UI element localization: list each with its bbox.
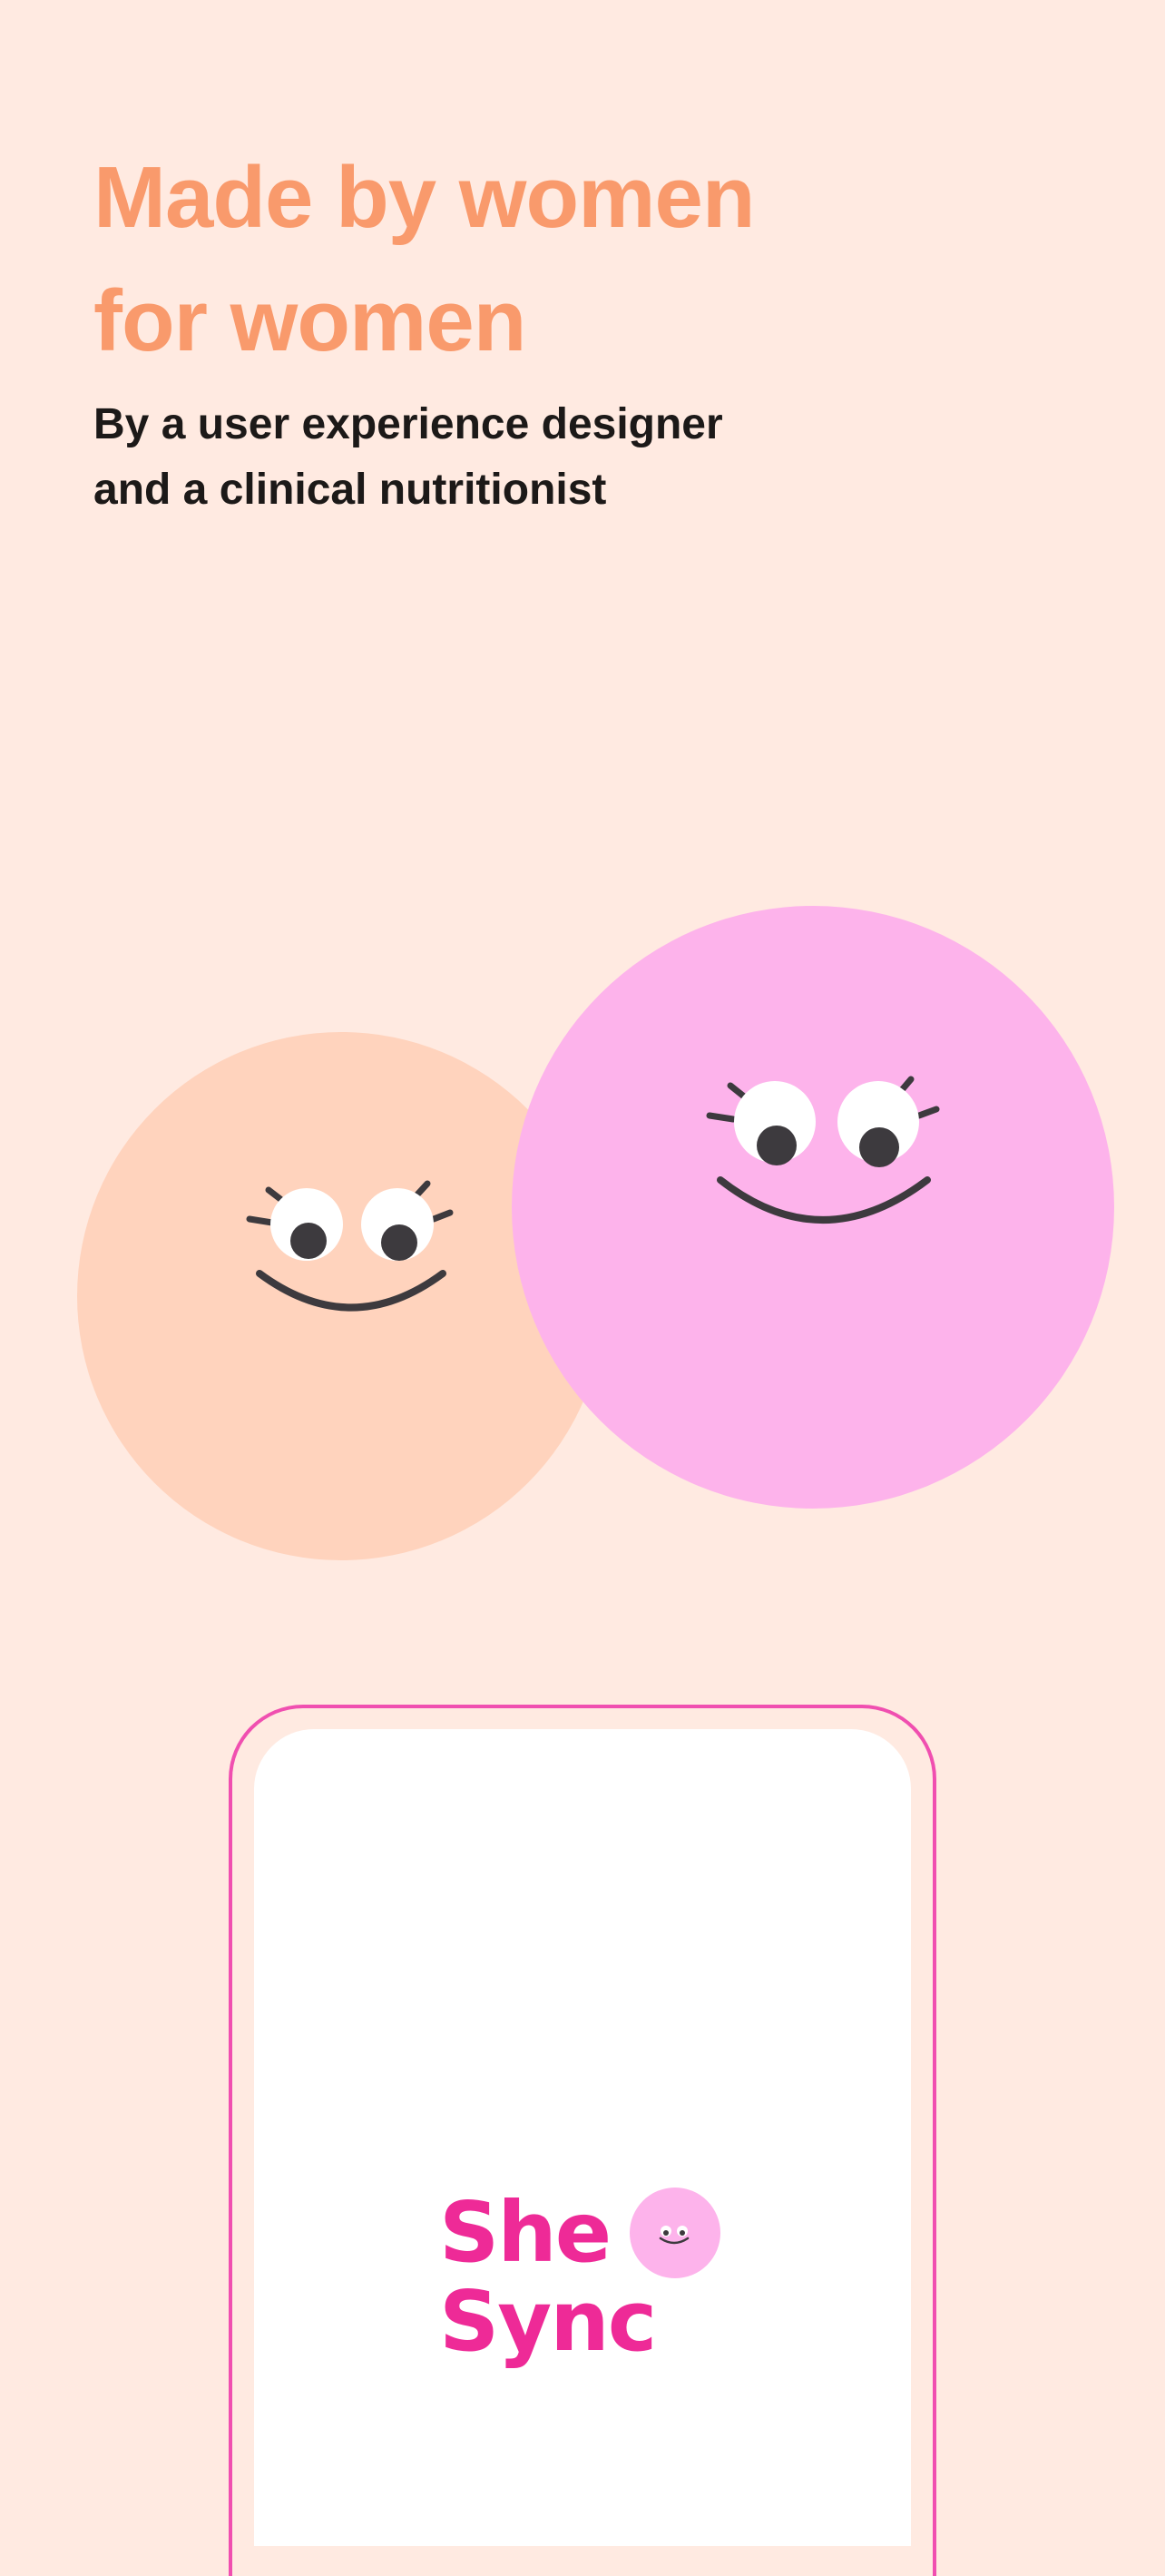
- headline: Made by women for women: [93, 136, 1001, 383]
- she-sync-logo: She Sync: [439, 2175, 729, 2402]
- peach-face-left-pupil: [290, 1223, 327, 1259]
- logo-word-sync: Sync: [439, 2273, 657, 2370]
- peach-face-circle: [77, 1032, 605, 1560]
- peach-face-smile: [256, 1270, 446, 1312]
- headline-line-2: for women: [93, 272, 526, 369]
- pink-face: [512, 906, 1114, 1509]
- logo-face-icon: [630, 2188, 720, 2278]
- logo-word-she: She: [439, 2184, 612, 2281]
- pink-face-right-eye: [837, 1081, 919, 1163]
- peach-face-right-eye: [361, 1188, 434, 1261]
- pink-face-smile: [717, 1176, 931, 1224]
- phone-mockup-screen: [254, 1729, 911, 2546]
- peach-face: [77, 1032, 605, 1560]
- subheadline-line-2: and a clinical nutritionist: [93, 466, 607, 514]
- headline-line-1: Made by women: [93, 149, 755, 246]
- peach-face-left-eye: [270, 1188, 343, 1261]
- subheadline-line-1: By a user experience designer: [93, 400, 723, 448]
- peach-face-right-pupil: [381, 1224, 417, 1261]
- pink-face-circle: [512, 906, 1114, 1509]
- pink-face-left-eye: [734, 1081, 816, 1163]
- pink-face-right-pupil: [859, 1127, 899, 1167]
- subheadline: By a user experience designer and a clin…: [93, 392, 1001, 523]
- pink-face-left-pupil: [757, 1126, 797, 1165]
- peach-face-eyelashes: [246, 1180, 454, 1226]
- pink-face-eyelashes: [706, 1076, 940, 1123]
